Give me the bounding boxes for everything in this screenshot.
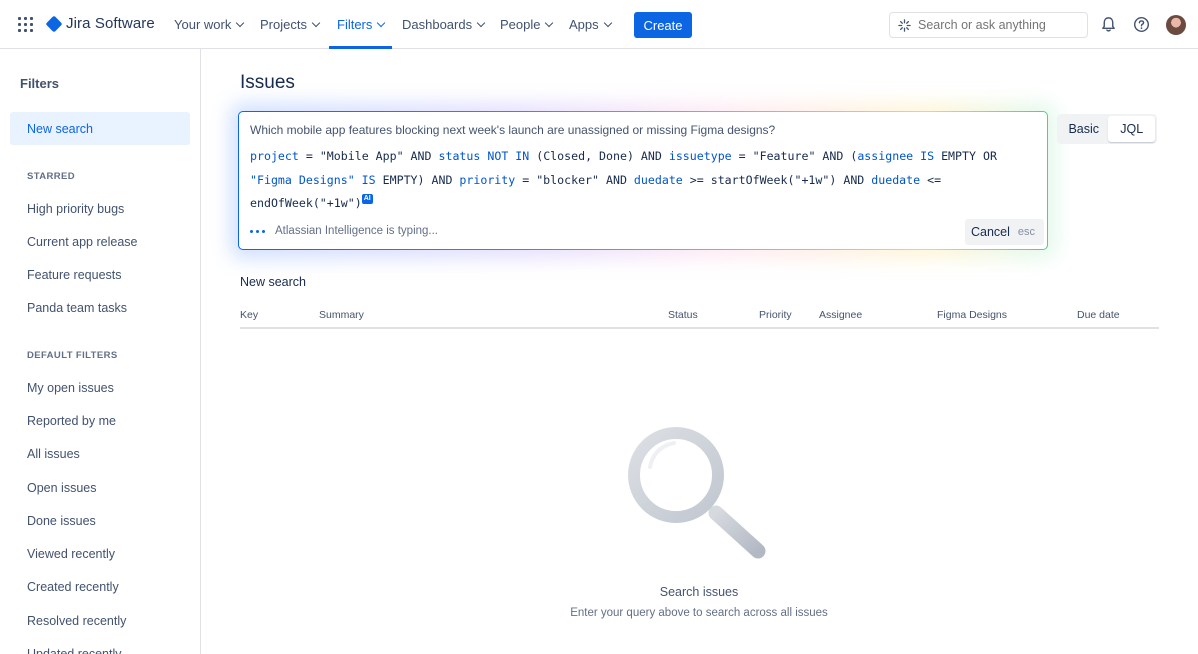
cancel-button[interactable]: Cancel esc [965, 219, 1044, 245]
sidebar-title: Filters [20, 76, 60, 91]
jql-mode-button[interactable]: JQL [1108, 116, 1155, 142]
ai-cursor-badge: AI [361, 194, 373, 204]
jql-field: project [250, 149, 299, 163]
column-header-assignee[interactable]: Assignee [819, 309, 862, 321]
jql-text: endOfWeek("+1w") [250, 196, 362, 210]
sidebar-item-default[interactable]: Open issues [10, 471, 190, 504]
nav-projects[interactable]: Projects [260, 0, 321, 49]
page-title: Issues [240, 72, 295, 93]
nav-apps-label: Apps [569, 17, 599, 32]
nav-your-work-label: Your work [174, 17, 232, 32]
nav-dashboards-label: Dashboards [402, 17, 473, 32]
jql-keyword: IS [354, 172, 383, 187]
nav-filters[interactable]: Filters [329, 0, 393, 49]
magnifier-icon [620, 425, 775, 565]
cancel-label: Cancel [971, 225, 1010, 239]
sidebar-item-default[interactable]: Updated recently [10, 637, 190, 654]
nav-your-work[interactable]: Your work [174, 0, 245, 49]
app-switcher-grid-icon[interactable] [18, 17, 33, 32]
column-header-key[interactable]: Key [240, 309, 258, 321]
jql-field: assignee [857, 149, 914, 163]
typing-dots-icon [250, 229, 265, 233]
jql-text: (Closed, Done) AND [536, 149, 669, 163]
nav-apps[interactable]: Apps [569, 0, 612, 49]
jql-keyword: NOT IN [480, 149, 537, 163]
jql-text: EMPTY OR [941, 149, 997, 163]
jira-logo-icon [45, 15, 63, 32]
column-header-summary[interactable]: Summary [319, 309, 364, 321]
jql-text: = "Mobile App" AND [298, 149, 439, 163]
ai-typing-status: Atlassian Intelligence is typing... [250, 225, 438, 237]
sidebar-item-default[interactable]: Reported by me [10, 404, 190, 437]
sidebar-item-default[interactable]: All issues [10, 437, 190, 470]
jql-text: = "Feature" AND ( [731, 149, 858, 163]
jql-text: >= startOfWeek("+1w") AND [682, 172, 872, 187]
sidebar-item-starred[interactable]: Feature requests [10, 258, 190, 291]
chevron-down-icon [377, 18, 386, 28]
create-button[interactable]: Create [634, 12, 692, 38]
top-navigation: Jira Software Your work Projects Filters… [0, 0, 1198, 49]
search-input[interactable] [918, 18, 1078, 32]
chevron-down-icon [603, 18, 612, 28]
jql-field: issuetype [668, 149, 732, 163]
app-name: Jira Software [66, 15, 155, 32]
sidebar-item-starred[interactable]: High priority bugs [10, 192, 190, 225]
global-search[interactable] [889, 12, 1088, 38]
empty-state-subtitle: Enter your query above to search across … [570, 607, 828, 619]
sidebar-item-default[interactable]: Viewed recently [10, 537, 190, 570]
help-icon[interactable] [1133, 16, 1150, 33]
sidebar-item-new-search[interactable]: New search [10, 112, 190, 145]
column-header-due-date[interactable]: Due date [1077, 309, 1120, 321]
column-header-figma-designs[interactable]: Figma Designs [937, 309, 1007, 321]
jql-field: status [438, 149, 481, 163]
typing-label: Atlassian Intelligence is typing... [275, 225, 439, 237]
column-header-status[interactable]: Status [668, 309, 698, 321]
nav-dashboards[interactable]: Dashboards [402, 0, 486, 49]
sidebar-item-starred[interactable]: Current app release [10, 225, 190, 258]
nav-filters-label: Filters [337, 17, 373, 32]
ai-sparkle-icon [898, 18, 911, 32]
basic-mode-button[interactable]: Basic [1059, 116, 1108, 142]
nav-people[interactable]: People [500, 0, 554, 49]
column-header-priority[interactable]: Priority [759, 309, 792, 321]
sidebar-item-default[interactable]: Resolved recently [10, 604, 190, 637]
jql-field: "Figma Designs" [250, 172, 355, 187]
starred-heading: STARRED [27, 171, 76, 182]
sidebar-item-default[interactable]: Done issues [10, 504, 190, 537]
sidebar-item-default[interactable]: Created recently [10, 570, 190, 603]
jql-editor[interactable]: Which mobile app features blocking next … [238, 111, 1048, 250]
jql-query[interactable]: project = "Mobile App" AND status NOT IN… [250, 145, 1040, 216]
natural-language-query: Which mobile app features blocking next … [250, 123, 776, 137]
chevron-down-icon [476, 18, 486, 28]
jira-logo[interactable]: Jira Software [45, 15, 155, 32]
chevron-down-icon [236, 18, 245, 28]
sidebar-item-starred[interactable]: Panda team tasks [10, 291, 190, 324]
jql-field: duedate [633, 172, 683, 187]
jql-text: EMPTY) AND [382, 172, 460, 187]
default-filters-heading: DEFAULT FILTERS [27, 350, 118, 361]
jql-field: duedate [871, 172, 921, 187]
cancel-shortcut: esc [1017, 226, 1036, 238]
search-mode-toggle[interactable]: Basic JQL [1057, 114, 1157, 144]
jql-text: = "blocker" AND [515, 172, 634, 187]
chevron-down-icon [545, 18, 554, 28]
avatar[interactable] [1166, 15, 1186, 35]
bell-icon[interactable] [1100, 16, 1117, 33]
filters-sidebar: Filters New search STARRED High priority… [0, 49, 201, 654]
jql-text: <= [920, 172, 942, 187]
nav-projects-label: Projects [260, 17, 307, 32]
results-table-header: Key Summary Status Priority Assignee Fig… [240, 306, 1159, 329]
jql-keyword: IS [913, 149, 942, 163]
chevron-down-icon [311, 18, 321, 28]
jql-field: priority [459, 172, 516, 187]
results-title: New search [240, 275, 306, 289]
sidebar-item-default[interactable]: My open issues [10, 371, 190, 404]
empty-state-title: Search issues [659, 585, 739, 599]
nav-people-label: People [500, 17, 541, 32]
